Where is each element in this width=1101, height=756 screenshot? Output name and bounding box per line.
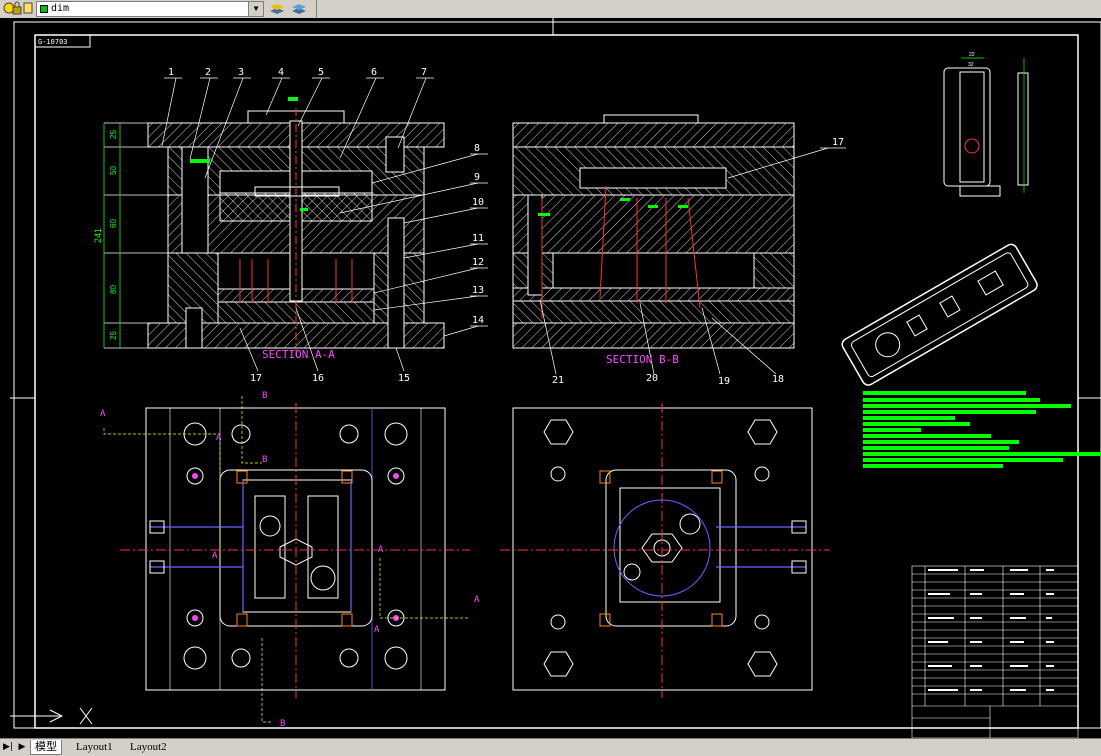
- part-number-4: 4: [278, 67, 284, 78]
- title-tag-text: G-10703: [38, 38, 68, 46]
- dim-241: 241: [93, 228, 103, 243]
- tab-layout1[interactable]: Layout1: [72, 740, 117, 754]
- section-aa-label: SECTION A-A: [262, 348, 335, 361]
- dim-25-top: 25: [109, 130, 118, 139]
- layer-control-panel: dim ▼: [0, 0, 317, 18]
- part-number-21: 21: [552, 375, 564, 386]
- layer-freeze-icon[interactable]: [22, 1, 34, 15]
- chevron-down-icon[interactable]: ▼: [248, 2, 263, 16]
- section-aa-view[interactable]: 25 50 60 80 25 241 1 2 3 4 5 6 7 8 9 10 …: [93, 67, 488, 384]
- top-dim-22: 22: [969, 52, 975, 58]
- section-marker-a3: A: [212, 551, 218, 561]
- section-marker-b3: B: [280, 719, 285, 729]
- part-number-17-b: 17: [832, 137, 844, 148]
- part-detail-view[interactable]: 22 32: [943, 52, 1029, 197]
- tab-next-icon[interactable]: ▶: [16, 741, 28, 753]
- layer-color-icon: [40, 5, 48, 13]
- part-number-9: 9: [474, 172, 480, 183]
- section-marker-b1: B: [262, 391, 267, 401]
- layer-dropdown[interactable]: dim ▼: [36, 1, 264, 17]
- part-number-10: 10: [472, 197, 484, 208]
- layers-toolbar: dim ▼: [0, 0, 1101, 18]
- technical-notes-block: [863, 391, 1101, 468]
- section-marker-b2: B: [262, 455, 267, 465]
- part-number-12: 12: [472, 257, 484, 268]
- section-bb-view[interactable]: 17 21 20 19 18 SECTION B-B: [512, 114, 846, 387]
- part-number-11: 11: [472, 233, 484, 244]
- tab-first-icon[interactable]: ▶|: [2, 741, 14, 753]
- layer-previous-icon[interactable]: [268, 1, 286, 15]
- isometric-part-view[interactable]: [840, 242, 1039, 387]
- part-number-7: 7: [421, 67, 427, 78]
- dim-50: 50: [109, 166, 118, 175]
- section-bb-label: SECTION B-B: [606, 353, 679, 366]
- part-number-3: 3: [238, 67, 244, 78]
- dim-25-bottom: 25: [109, 331, 118, 340]
- part-number-16: 16: [312, 373, 324, 384]
- layout-tab-bar: ▶| ▶ 模型 Layout1 Layout2: [0, 738, 1101, 756]
- part-number-19: 19: [718, 376, 730, 387]
- section-marker-a4: A: [378, 545, 384, 555]
- tab-layout2[interactable]: Layout2: [126, 740, 171, 754]
- drawing-canvas[interactable]: G-10703 25 50 60 80 25 241 1 2 3 4 5 6 7…: [0, 18, 1101, 738]
- dim-80: 80: [109, 285, 118, 294]
- part-number-20: 20: [646, 373, 658, 384]
- part-number-14: 14: [472, 315, 484, 326]
- layer-name: dim: [51, 3, 70, 14]
- moving-half-plan-view[interactable]: A A A A A A B B B: [100, 391, 480, 729]
- dim-60: 60: [109, 219, 118, 228]
- part-number-15: 15: [398, 373, 410, 384]
- part-number-8: 8: [474, 143, 480, 154]
- part-number-2: 2: [205, 67, 211, 78]
- fixed-half-plan-view[interactable]: [500, 403, 830, 698]
- top-dim-32: 32: [968, 62, 974, 68]
- part-number-5: 5: [318, 67, 324, 78]
- part-number-18: 18: [772, 374, 784, 385]
- title-block-table: [911, 565, 1079, 738]
- layer-lock-icon[interactable]: [12, 1, 22, 15]
- part-number-13: 13: [472, 285, 484, 296]
- part-number-17: 17: [250, 373, 262, 384]
- section-marker-a5: A: [474, 595, 480, 605]
- layer-manager-icon[interactable]: [290, 1, 308, 15]
- section-marker-a1: A: [100, 409, 106, 419]
- ucs-axis-icon: [10, 707, 93, 725]
- part-number-1: 1: [168, 67, 174, 78]
- tab-model[interactable]: 模型: [30, 740, 62, 755]
- section-marker-a6: A: [374, 625, 380, 635]
- section-marker-a2: A: [216, 433, 222, 443]
- part-number-6: 6: [371, 67, 377, 78]
